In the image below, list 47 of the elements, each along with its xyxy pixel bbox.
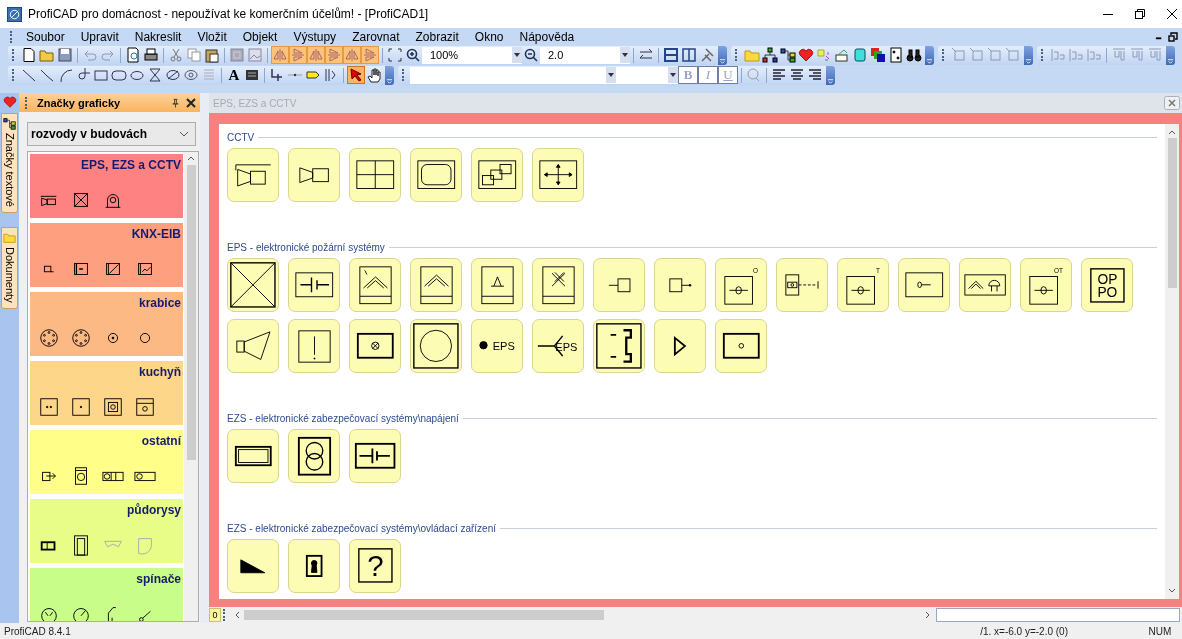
menu-item[interactable]: Okno: [466, 29, 512, 44]
category-title: KNX-EIB: [131, 227, 181, 241]
num-lock-indicator: NUM: [1147, 625, 1173, 637]
menu-item[interactable]: Nakreslit: [126, 29, 190, 44]
category-title: EPS, EZS a CCTV: [80, 158, 181, 172]
category-title: kuchyň: [139, 365, 181, 379]
section-heading: EPS - elektronické požární systémy: [227, 241, 385, 253]
symbol-button[interactable]: ?: [349, 539, 401, 593]
section-heading: EZS - elektronické zabezpečovací systémy\ovládací zařízení: [227, 522, 496, 534]
status-text: ProfiCAD 8.4.1: [4, 625, 72, 637]
symbol-text: EPS: [492, 340, 515, 352]
text-tool[interactable]: A: [225, 66, 243, 84]
menu-item[interactable]: Soubor: [18, 29, 73, 44]
category-title: krabice: [138, 296, 181, 310]
page-tab[interactable]: 0: [209, 608, 221, 622]
window-title: ProfiCAD pro domácnost - nepoužívat ke komerčním účelům! - [ProfiCAD1]: [28, 7, 430, 21]
side-tab[interactable]: Značky textové: [1, 113, 18, 213]
grid-combo[interactable]: 2.0: [540, 46, 630, 64]
section-heading: CCTV: [227, 131, 255, 143]
symbol-text: EPS: [555, 340, 578, 353]
symbol-button[interactable]: EPS: [532, 319, 584, 373]
cursor-position: /1. x=-6.0 y=-2.0 (0): [980, 625, 1068, 637]
category-item[interactable]: ostatní: [30, 430, 183, 494]
category-title: spínače: [136, 572, 181, 586]
category-item[interactable]: půdorysy: [30, 499, 183, 563]
category-item[interactable]: spínače: [30, 568, 183, 621]
category-item[interactable]: krabice: [30, 292, 183, 356]
menu-item[interactable]: Vložit: [189, 29, 235, 44]
menu-item[interactable]: Výstupy: [285, 29, 345, 44]
panel-title: Značky graficky: [37, 96, 122, 109]
menu-item[interactable]: Upravit: [72, 29, 127, 44]
category-title: půdorysy: [127, 503, 181, 517]
side-tab[interactable]: Dokumenty: [1, 227, 18, 309]
menu-item[interactable]: Nápověda: [511, 29, 583, 44]
category-title: ostatní: [141, 434, 181, 448]
category-item[interactable]: kuchyň: [30, 361, 183, 425]
menu-item[interactable]: Zobrazit: [407, 29, 467, 44]
category-item[interactable]: EPS, EZS a CCTV: [30, 154, 183, 218]
symbol-button[interactable]: EPS: [471, 319, 523, 373]
zoom-combo[interactable]: 100%: [422, 46, 522, 64]
symbol-text: ?: [366, 549, 384, 583]
section-heading: EZS - elektronické zabezpečovací systémy\napájení: [227, 412, 459, 424]
menu-item[interactable]: Zarovnat: [344, 29, 408, 44]
menu-item[interactable]: Objekt: [234, 29, 286, 44]
library-dropdown[interactable]: rozvody v budovách: [27, 122, 196, 146]
category-item[interactable]: KNX-EIB: [30, 223, 183, 287]
symbol-button[interactable]: OP PO: [1081, 258, 1133, 312]
